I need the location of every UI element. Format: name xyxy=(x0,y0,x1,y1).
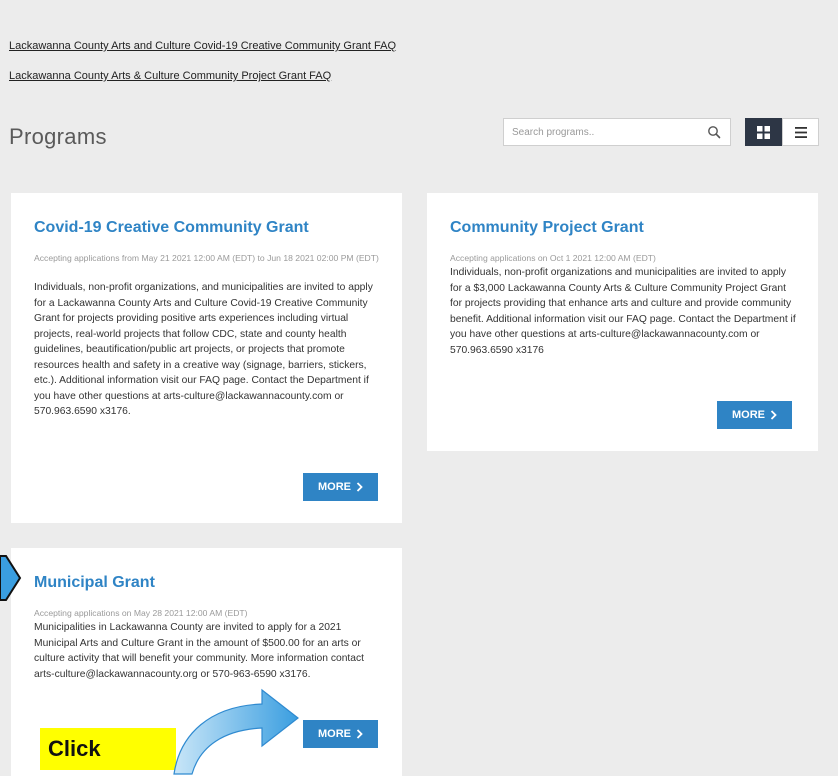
program-title[interactable]: Covid-19 Creative Community Grant xyxy=(34,219,309,237)
page-title: Programs xyxy=(9,124,107,149)
program-description: Individuals, non-profit organizations, a… xyxy=(34,282,373,417)
list-view-icon xyxy=(794,126,807,138)
list-view-button[interactable] xyxy=(782,118,819,146)
click-annotation-label: Click xyxy=(40,728,176,770)
more-button-label: MORE xyxy=(318,728,351,740)
program-title[interactable]: Municipal Grant xyxy=(34,574,155,592)
chevron-right-icon xyxy=(356,482,363,492)
program-description: Individuals, non-profit organizations an… xyxy=(450,267,796,356)
chevron-right-icon xyxy=(356,729,363,739)
curved-arrow-icon xyxy=(173,688,299,775)
more-button-label: MORE xyxy=(318,481,351,493)
search-box[interactable] xyxy=(503,118,731,146)
chevron-right-icon xyxy=(770,410,777,420)
program-title[interactable]: Community Project Grant xyxy=(450,219,644,237)
program-dates: Accepting applications on May 28 2021 12… xyxy=(34,608,248,618)
program-card: Covid-19 Creative Community Grant Accept… xyxy=(11,193,402,523)
faq-link-community-project-grant[interactable]: Lackawanna County Arts & Culture Communi… xyxy=(9,70,331,82)
grid-view-icon xyxy=(757,125,770,139)
search-input[interactable] xyxy=(504,119,702,145)
program-card: Community Project Grant Accepting applic… xyxy=(427,193,818,451)
pointer-arrow-icon xyxy=(0,555,22,601)
program-dates: Accepting applications on Oct 1 2021 12:… xyxy=(450,253,656,263)
grid-view-button[interactable] xyxy=(745,118,782,146)
faq-link-covid-grant[interactable]: Lackawanna County Arts and Culture Covid… xyxy=(9,40,396,52)
program-dates: Accepting applications from May 21 2021 … xyxy=(34,253,379,263)
more-button[interactable]: MORE xyxy=(717,401,792,429)
more-button-label: MORE xyxy=(732,409,765,421)
more-button[interactable]: MORE xyxy=(303,473,378,501)
program-description: Municipalities in Lackawanna County are … xyxy=(34,622,365,680)
search-icon[interactable] xyxy=(707,125,721,139)
